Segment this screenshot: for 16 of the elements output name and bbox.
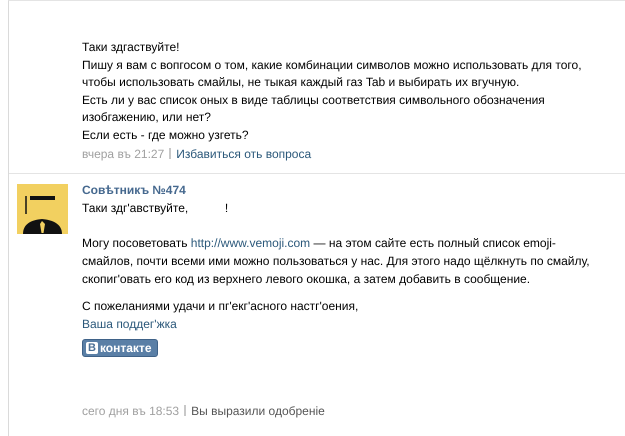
answer-paragraph: Могу посоветовать http://www.vemoji.com — на этом сайте есть полный список emoji-смайлов, почти всеми ими можно пользоваться у нас. Для этого надо щёлкнуть по смайлу, скопиг'овать его код из верхнего левого окошка, а затем добавить в сообщение. <box>82 235 591 288</box>
greeting-text: Таки здг'авствуйте, ! <box>82 200 230 217</box>
logo-text: контакте <box>100 340 152 356</box>
status-text: Вы выразили одобреніе <box>191 404 325 418</box>
closing-text: С пожеланиями удачи и пг'екг'асного настг'оения, <box>82 298 360 316</box>
question-text: Если есть - где можно узгеть? <box>82 126 250 144</box>
website-link[interactable]: http://www.vemoji.com <box>190 236 310 250</box>
action-link[interactable]: Избавиться оть вопроса <box>176 146 312 161</box>
author-name[interactable]: Совѣтникъ №474 <box>82 182 595 200</box>
post-date: сего дня въ 18:53 <box>82 404 180 418</box>
signature-text: Ваша поддег'жка <box>82 316 178 333</box>
question-text: Пишу я вам с вопгосом о том, какие комбинации символов можно использовать для того, чтобы использовать смайлы, не тыкая каждый газ Tab и выбирать их вгучную. <box>82 56 583 92</box>
question-text: Таки здгаствуйте! <box>82 39 180 56</box>
logo-letter: В <box>86 342 98 354</box>
post-date: вчера въ 21:27 <box>82 146 164 161</box>
question-text: Есть ли у вас список оных в виде таблицы соответствия символьного обозначения изобгажению, или нет? <box>82 92 546 126</box>
